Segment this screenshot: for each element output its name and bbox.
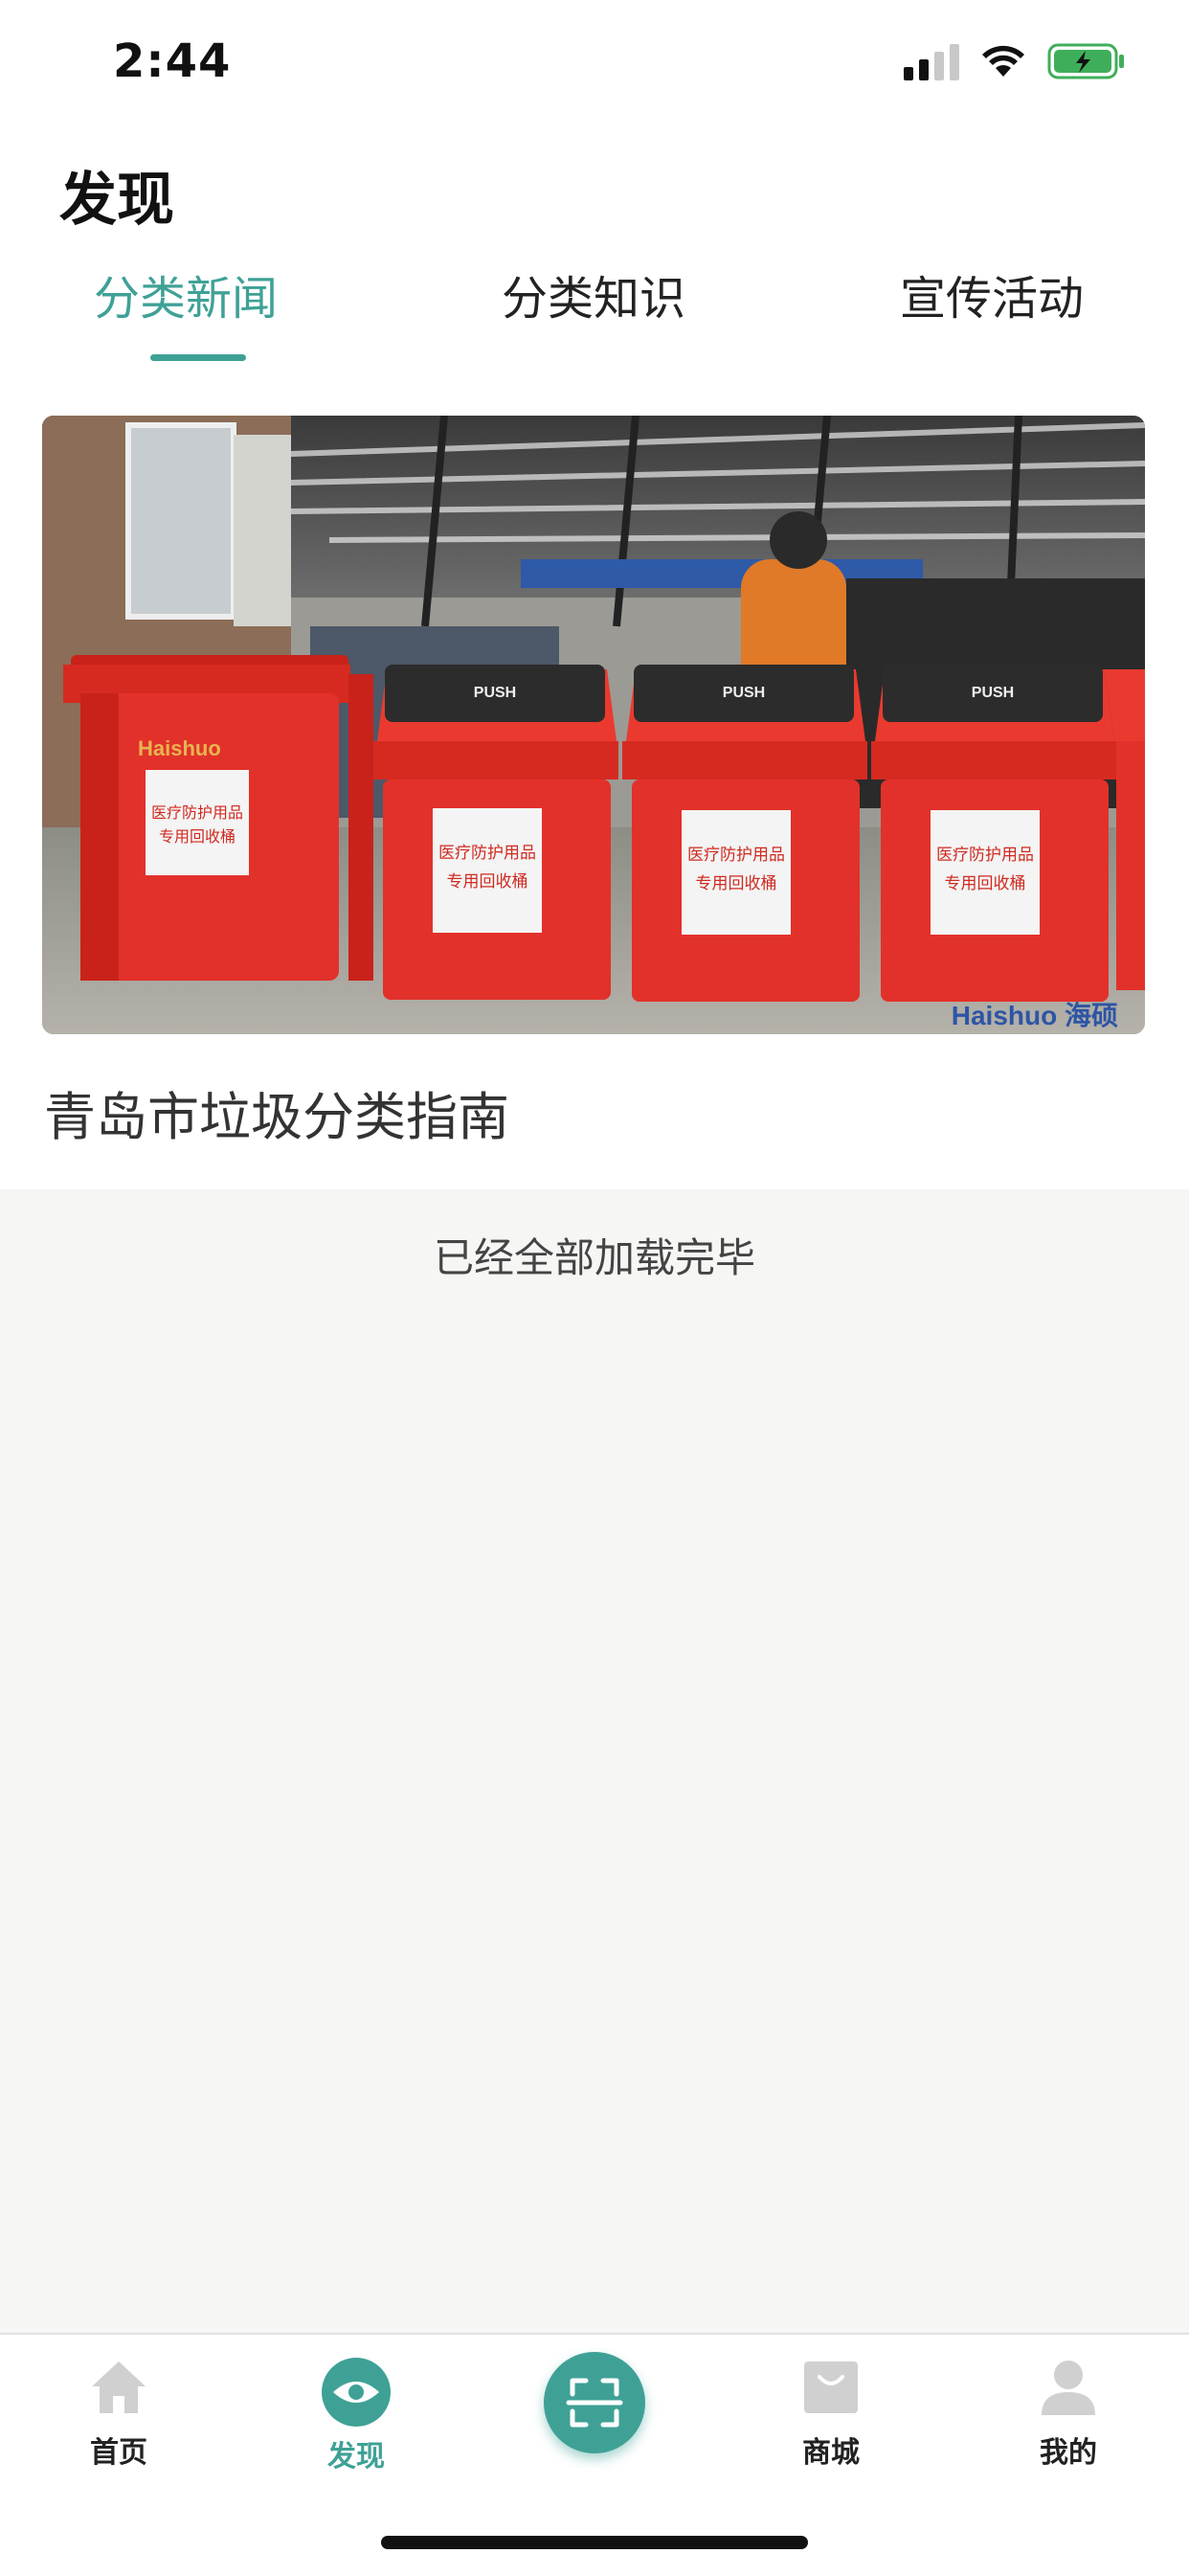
bin-brand-text: Haishuo [138, 736, 221, 760]
battery-charging-icon [1047, 43, 1124, 79]
svg-text:PUSH: PUSH [972, 685, 1014, 701]
status-time: 2:44 [113, 34, 232, 88]
news-card[interactable]: Haishuo 医疗防护用品 专用回收桶 PUSH 医疗防护用品 专用回收桶 P… [0, 393, 1189, 1189]
photo-watermark: Haishuo 海硕 [952, 1001, 1118, 1030]
category-tabs: 分类新闻 分类知识 宣传活动 [0, 260, 1189, 366]
tabbar-item-shop[interactable]: 商城 [764, 2356, 898, 2471]
svg-text:PUSH: PUSH [723, 685, 765, 701]
cellular-signal-icon [904, 42, 959, 80]
shopping-bag-icon [804, 2361, 858, 2413]
list-end-message: 已经全部加载完毕 [433, 1234, 755, 1281]
tab-category-news[interactable]: 分类新闻 [94, 260, 278, 328]
news-image[interactable]: Haishuo 医疗防护用品 专用回收桶 PUSH 医疗防护用品 专用回收桶 P… [42, 416, 1145, 1034]
svg-text:医疗防护用品: 医疗防护用品 [936, 846, 1034, 865]
svg-text:医疗防护用品: 医疗防护用品 [151, 803, 243, 822]
svg-text:专用回收桶: 专用回收桶 [945, 874, 1026, 893]
svg-text:专用回收桶: 专用回收桶 [447, 872, 528, 892]
tab-promotion-events[interactable]: 宣传活动 [900, 260, 1084, 328]
wifi-icon [982, 45, 1024, 77]
tabbar-item-mine[interactable]: 我的 [1001, 2356, 1135, 2471]
tabbar-label-shop: 商城 [802, 2436, 860, 2470]
status-icons [904, 42, 1126, 80]
page-title: 发现 [59, 167, 174, 234]
svg-text:PUSH: PUSH [474, 685, 516, 701]
tabbar-item-home[interactable]: 首页 [52, 2356, 186, 2471]
scan-icon [566, 2378, 623, 2428]
status-bar: 2:44 [0, 0, 1189, 126]
scan-button[interactable] [544, 2352, 645, 2453]
tabbar-label-home: 首页 [90, 2436, 147, 2470]
home-indicator [381, 2536, 808, 2549]
svg-text:专用回收桶: 专用回收桶 [159, 827, 236, 846]
tabbar-label-discover: 发现 [327, 2440, 385, 2474]
eye-icon [322, 2358, 391, 2427]
svg-text:医疗防护用品: 医疗防护用品 [438, 844, 536, 863]
header: 发现 分类新闻 分类知识 宣传活动 [0, 126, 1189, 393]
svg-text:专用回收桶: 专用回收桶 [696, 874, 777, 893]
active-tab-indicator [150, 354, 246, 361]
tabbar-item-discover[interactable]: 发现 [289, 2356, 423, 2474]
svg-text:医疗防护用品: 医疗防护用品 [687, 846, 785, 865]
tab-category-knowledge[interactable]: 分类知识 [502, 260, 685, 328]
home-icon [92, 2361, 146, 2413]
news-title[interactable]: 青岛市垃圾分类指南 [44, 1074, 509, 1150]
user-icon [1042, 2361, 1095, 2415]
tabbar-label-mine: 我的 [1040, 2436, 1097, 2470]
news-photo: Haishuo 医疗防护用品 专用回收桶 PUSH 医疗防护用品 专用回收桶 P… [42, 416, 1145, 1034]
